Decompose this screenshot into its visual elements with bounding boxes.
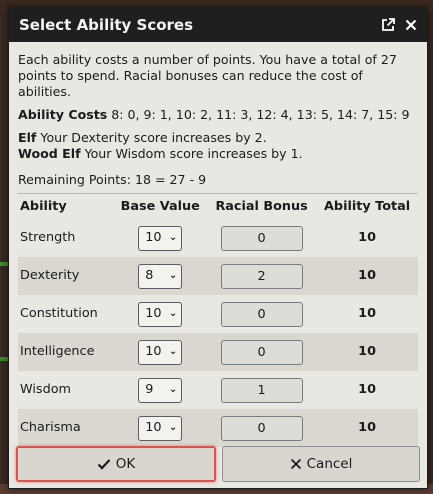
ability-total: 10 (358, 230, 376, 245)
table-row: Constitution 10 ⌄ 0 10 (18, 295, 418, 333)
table-row: Wisdom 9 ⌄ 1 10 (18, 371, 418, 409)
chevron-down-icon: ⌄ (168, 232, 178, 243)
ability-scores-dialog: Select Ability Scores Each ability costs… (8, 7, 428, 489)
ability-costs-label: Ability Costs (18, 107, 108, 122)
ok-label: OK (115, 456, 136, 472)
cancel-label: Cancel (306, 456, 353, 472)
close-icon[interactable] (405, 19, 417, 31)
ability-total: 10 (316, 257, 418, 295)
base-value-select[interactable]: 8 ⌄ (138, 263, 183, 289)
racial-bonus-field: 1 (220, 377, 303, 403)
ability-name: Constitution (20, 306, 98, 321)
base-value: 10 (145, 420, 162, 435)
chevron-down-icon: ⌄ (168, 422, 178, 433)
racial-bonus-field: 0 (220, 301, 303, 327)
ability-total: 10 (316, 409, 418, 447)
race-name: Wood Elf (18, 146, 81, 161)
chevron-down-icon: ⌄ (168, 270, 178, 281)
racial-bonus-field: 2 (220, 263, 303, 289)
ability-table: Ability Base Value Racial Bonus Ability … (18, 193, 418, 447)
base-value: 10 (145, 306, 162, 321)
x-icon (290, 458, 301, 470)
ability-costs: Ability Costs 8: 0, 9: 1, 10: 2, 11: 3, … (18, 107, 418, 123)
base-value: 10 (145, 230, 162, 245)
intro-text: Each ability costs a number of points. Y… (18, 52, 397, 99)
table-row: Charisma 10 ⌄ 0 10 (18, 409, 418, 447)
base-value-select[interactable]: 10 ⌄ (138, 225, 183, 251)
race-bonus-text: Your Wisdom score increases by 1. (84, 146, 303, 161)
background-marker (0, 357, 8, 361)
table-row: Strength 10 ⌄ 0 10 (18, 219, 418, 257)
ability-costs-values: 8: 0, 9: 1, 10: 2, 11: 3, 12: 4, 13: 5, … (111, 107, 410, 122)
ability-name: Strength (20, 230, 76, 245)
ok-button[interactable]: OK (16, 446, 216, 482)
race-bonus-text: Your Dexterity score increases by 2. (40, 130, 267, 145)
popout-icon[interactable] (381, 18, 395, 32)
ability-name: Intelligence (18, 333, 114, 371)
ability-name: Wisdom (20, 382, 72, 397)
remaining-points: Remaining Points: 18 = 27 - 9 (18, 172, 207, 187)
racial-bonus-field: 0 (220, 339, 303, 365)
dialog-content: Each ability costs a number of points. Y… (9, 42, 427, 447)
table-row: Dexterity 8 ⌄ 2 10 (18, 257, 418, 295)
base-value: 10 (145, 344, 162, 359)
ability-total: 10 (358, 382, 376, 397)
header-ability-total: Ability Total (316, 193, 418, 219)
chevron-down-icon: ⌄ (168, 346, 178, 357)
dialog-titlebar[interactable]: Select Ability Scores (9, 8, 427, 42)
dialog-title: Select Ability Scores (19, 16, 194, 34)
race-name: Elf (18, 130, 37, 145)
header-ability: Ability (18, 193, 114, 219)
header-racial-bonus: Racial Bonus (207, 193, 317, 219)
base-value-select[interactable]: 10 ⌄ (138, 415, 183, 441)
base-value-select[interactable]: 9 ⌄ (138, 377, 183, 403)
ability-total: 10 (316, 333, 418, 371)
ability-name: Dexterity (18, 257, 114, 295)
racial-bonus-line: Wood Elf Your Wisdom score increases by … (18, 146, 418, 162)
base-value: 9 (145, 382, 154, 397)
background-marker (0, 262, 8, 266)
chevron-down-icon: ⌄ (168, 384, 178, 395)
base-value: 8 (145, 268, 154, 283)
cancel-button[interactable]: Cancel (222, 446, 420, 482)
table-row: Intelligence 10 ⌄ 0 10 (18, 333, 418, 371)
racial-bonus-field: 0 (220, 415, 303, 441)
checkmark-icon (97, 459, 111, 470)
chevron-down-icon: ⌄ (168, 308, 178, 319)
racial-bonus-field: 0 (220, 225, 303, 251)
ability-name: Charisma (18, 409, 114, 447)
racial-bonus-line: Elf Your Dexterity score increases by 2. (18, 130, 418, 146)
table-header-row: Ability Base Value Racial Bonus Ability … (18, 193, 418, 219)
base-value-select[interactable]: 10 ⌄ (138, 339, 183, 365)
header-base-value: Base Value (113, 193, 208, 219)
ability-total: 10 (358, 306, 376, 321)
dialog-buttons: OK Cancel (16, 446, 420, 482)
base-value-select[interactable]: 10 ⌄ (138, 301, 183, 327)
